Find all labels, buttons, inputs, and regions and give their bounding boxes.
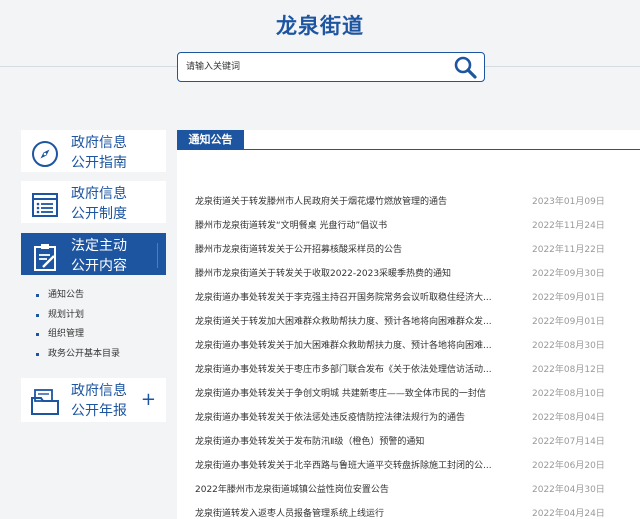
news-title[interactable]: 龙泉街道转发入返枣人员报备管理系统上线运行 [195, 506, 517, 519]
list-icon [32, 193, 58, 217]
folder-icon [31, 389, 59, 415]
sub-item-notice[interactable]: 通知公告 [36, 286, 166, 306]
notice-panel: 通知公告 龙泉街道关于转发滕州市人民政府关于烟花爆竹燃放管理的通告 2023年01… [177, 130, 640, 519]
news-date: 2022年08月30日 [532, 341, 605, 351]
news-title[interactable]: 龙泉街道办事处转发关于依法惩处违反疫情防控法律法规行为的通告 [195, 410, 517, 423]
news-title[interactable]: 滕州市龙泉街道转发关于公开招募核酸采样员的公告 [195, 242, 517, 255]
sidebar-item-label: 政府信息 公开年报 [71, 383, 127, 419]
list-item[interactable]: 龙泉街道转发入返枣人员报备管理系统上线运行 2022年04月24日 [177, 501, 640, 519]
news-date: 2022年11月24日 [532, 221, 605, 231]
active-divider [157, 243, 158, 268]
sidebar-item-content[interactable]: 法定主动 公开内容 [21, 233, 166, 275]
news-date: 2022年11月22日 [532, 245, 605, 255]
clipboard-edit-icon [34, 244, 56, 271]
news-title[interactable]: 龙泉街道办事处转发关于李克强主持召开国务院常务会议听取稳住经济大... [195, 290, 517, 303]
news-date: 2023年01月09日 [532, 197, 605, 207]
bullet [36, 294, 39, 297]
list-item[interactable]: 龙泉街道办事处转发关于依法惩处违反疫情防控法律法规行为的通告 2022年08月04… [177, 405, 640, 429]
news-date: 2022年09月30日 [532, 269, 605, 279]
news-title[interactable]: 龙泉街道办事处转发关于北辛西路与鲁班大道平交转盘拆除施工封闭的公... [195, 458, 517, 471]
search-button[interactable] [452, 55, 478, 80]
sub-item-org[interactable]: 组织管理 [36, 325, 166, 345]
list-item[interactable]: 滕州市龙泉街道转发关于公开招募核酸采样员的公告 2022年11月22日 [177, 237, 640, 261]
news-date: 2022年09月01日 [532, 293, 605, 303]
news-title[interactable]: 龙泉街道办事处转发关于争创文明城 共建新枣庄——致全体市民的一封信 [195, 386, 517, 399]
bullet [36, 333, 39, 336]
expand-icon[interactable]: + [141, 389, 156, 410]
tab-underline [177, 149, 640, 150]
list-item[interactable]: 龙泉街道关于转发加大困难群众救助帮扶力度、预计各地将向困难群众发... 2022年… [177, 309, 640, 333]
sidebar-item-guide[interactable]: 政府信息 公开指南 [21, 130, 166, 172]
sidebar-item-annual-report[interactable]: 政府信息 公开年报 + [21, 378, 166, 422]
list-item[interactable]: 龙泉街道办事处转发关于加大困难群众救助帮扶力度、预计各地将向困难... 2022年… [177, 333, 640, 357]
sub-item-catalog[interactable]: 政务公开基本目录 [36, 345, 166, 365]
list-item[interactable]: 滕州市龙泉街道转发“文明餐桌 光盘行动”倡议书 2022年11月24日 [177, 213, 640, 237]
news-date: 2022年04月30日 [532, 485, 605, 495]
sub-item-plan[interactable]: 规划计划 [36, 306, 166, 326]
search-box [177, 52, 485, 82]
list-item[interactable]: 龙泉街道办事处转发关于北辛西路与鲁班大道平交转盘拆除施工封闭的公... 2022年… [177, 453, 640, 477]
news-title[interactable]: 龙泉街道办事处转发关于加大困难群众救助帮扶力度、预计各地将向困难... [195, 338, 517, 351]
header-divider-right [485, 66, 640, 67]
news-list: 龙泉街道关于转发滕州市人民政府关于烟花爆竹燃放管理的通告 2023年01月09日 … [177, 189, 640, 519]
list-item[interactable]: 龙泉街道办事处转发关于争创文明城 共建新枣庄——致全体市民的一封信 2022年08… [177, 381, 640, 405]
tab-notice[interactable]: 通知公告 [177, 130, 244, 150]
news-title[interactable]: 龙泉街道关于转发加大困难群众救助帮扶力度、预计各地将向困难群众发... [195, 314, 517, 327]
sidebar-item-label: 政府信息 公开制度 [71, 186, 127, 222]
news-date: 2022年08月12日 [532, 365, 605, 375]
news-title[interactable]: 龙泉街道办事处转发关于枣庄市多部门联合发布《关于依法处理信访活动... [195, 362, 517, 375]
news-title[interactable]: 滕州市龙泉街道关于转发关于收取2022-2023采暖季热费的通知 [195, 266, 517, 279]
header-divider-left [0, 66, 177, 67]
news-date: 2022年09月01日 [532, 317, 605, 327]
list-item[interactable]: 龙泉街道办事处转发关于发布防汛Ⅱ级（橙色）预警的通知 2022年07月14日 [177, 429, 640, 453]
site-title: 龙泉街道 [276, 14, 364, 38]
search-input[interactable] [186, 59, 446, 75]
bullet [36, 313, 39, 317]
news-title[interactable]: 龙泉街道办事处转发关于发布防汛Ⅱ级（橙色）预警的通知 [195, 434, 517, 447]
list-item[interactable]: 龙泉街道办事处转发关于枣庄市多部门联合发布《关于依法处理信访活动... 2022年… [177, 357, 640, 381]
compass-icon [32, 141, 58, 167]
sidebar-item-label: 政府信息 公开指南 [71, 135, 127, 171]
news-date: 2022年06月20日 [532, 461, 605, 471]
search-icon [454, 56, 477, 79]
sub-menu: 通知公告 规划计划 组织管理 政务公开基本目录 [36, 286, 166, 364]
news-date: 2022年04月24日 [532, 509, 605, 519]
list-item[interactable]: 滕州市龙泉街道关于转发关于收取2022-2023采暖季热费的通知 2022年09月… [177, 261, 640, 285]
news-date: 2022年07月14日 [532, 437, 605, 447]
list-item[interactable]: 2022年滕州市龙泉街道城镇公益性岗位安置公告 2022年04月30日 [177, 477, 640, 501]
news-date: 2022年08月04日 [532, 413, 605, 423]
news-date: 2022年08月10日 [532, 389, 605, 399]
sidebar-item-label: 法定主动 公开内容 [71, 238, 127, 274]
list-item[interactable]: 龙泉街道关于转发滕州市人民政府关于烟花爆竹燃放管理的通告 2023年01月09日 [177, 189, 640, 213]
bullet [36, 352, 39, 356]
news-title[interactable]: 滕州市龙泉街道转发“文明餐桌 光盘行动”倡议书 [195, 218, 517, 231]
list-item[interactable]: 龙泉街道办事处转发关于李克强主持召开国务院常务会议听取稳住经济大... 2022年… [177, 285, 640, 309]
sidebar-item-system[interactable]: 政府信息 公开制度 [21, 181, 166, 223]
site-header: 龙泉街道 [0, 0, 640, 108]
news-title[interactable]: 龙泉街道关于转发滕州市人民政府关于烟花爆竹燃放管理的通告 [195, 194, 517, 207]
news-title[interactable]: 2022年滕州市龙泉街道城镇公益性岗位安置公告 [195, 482, 517, 495]
